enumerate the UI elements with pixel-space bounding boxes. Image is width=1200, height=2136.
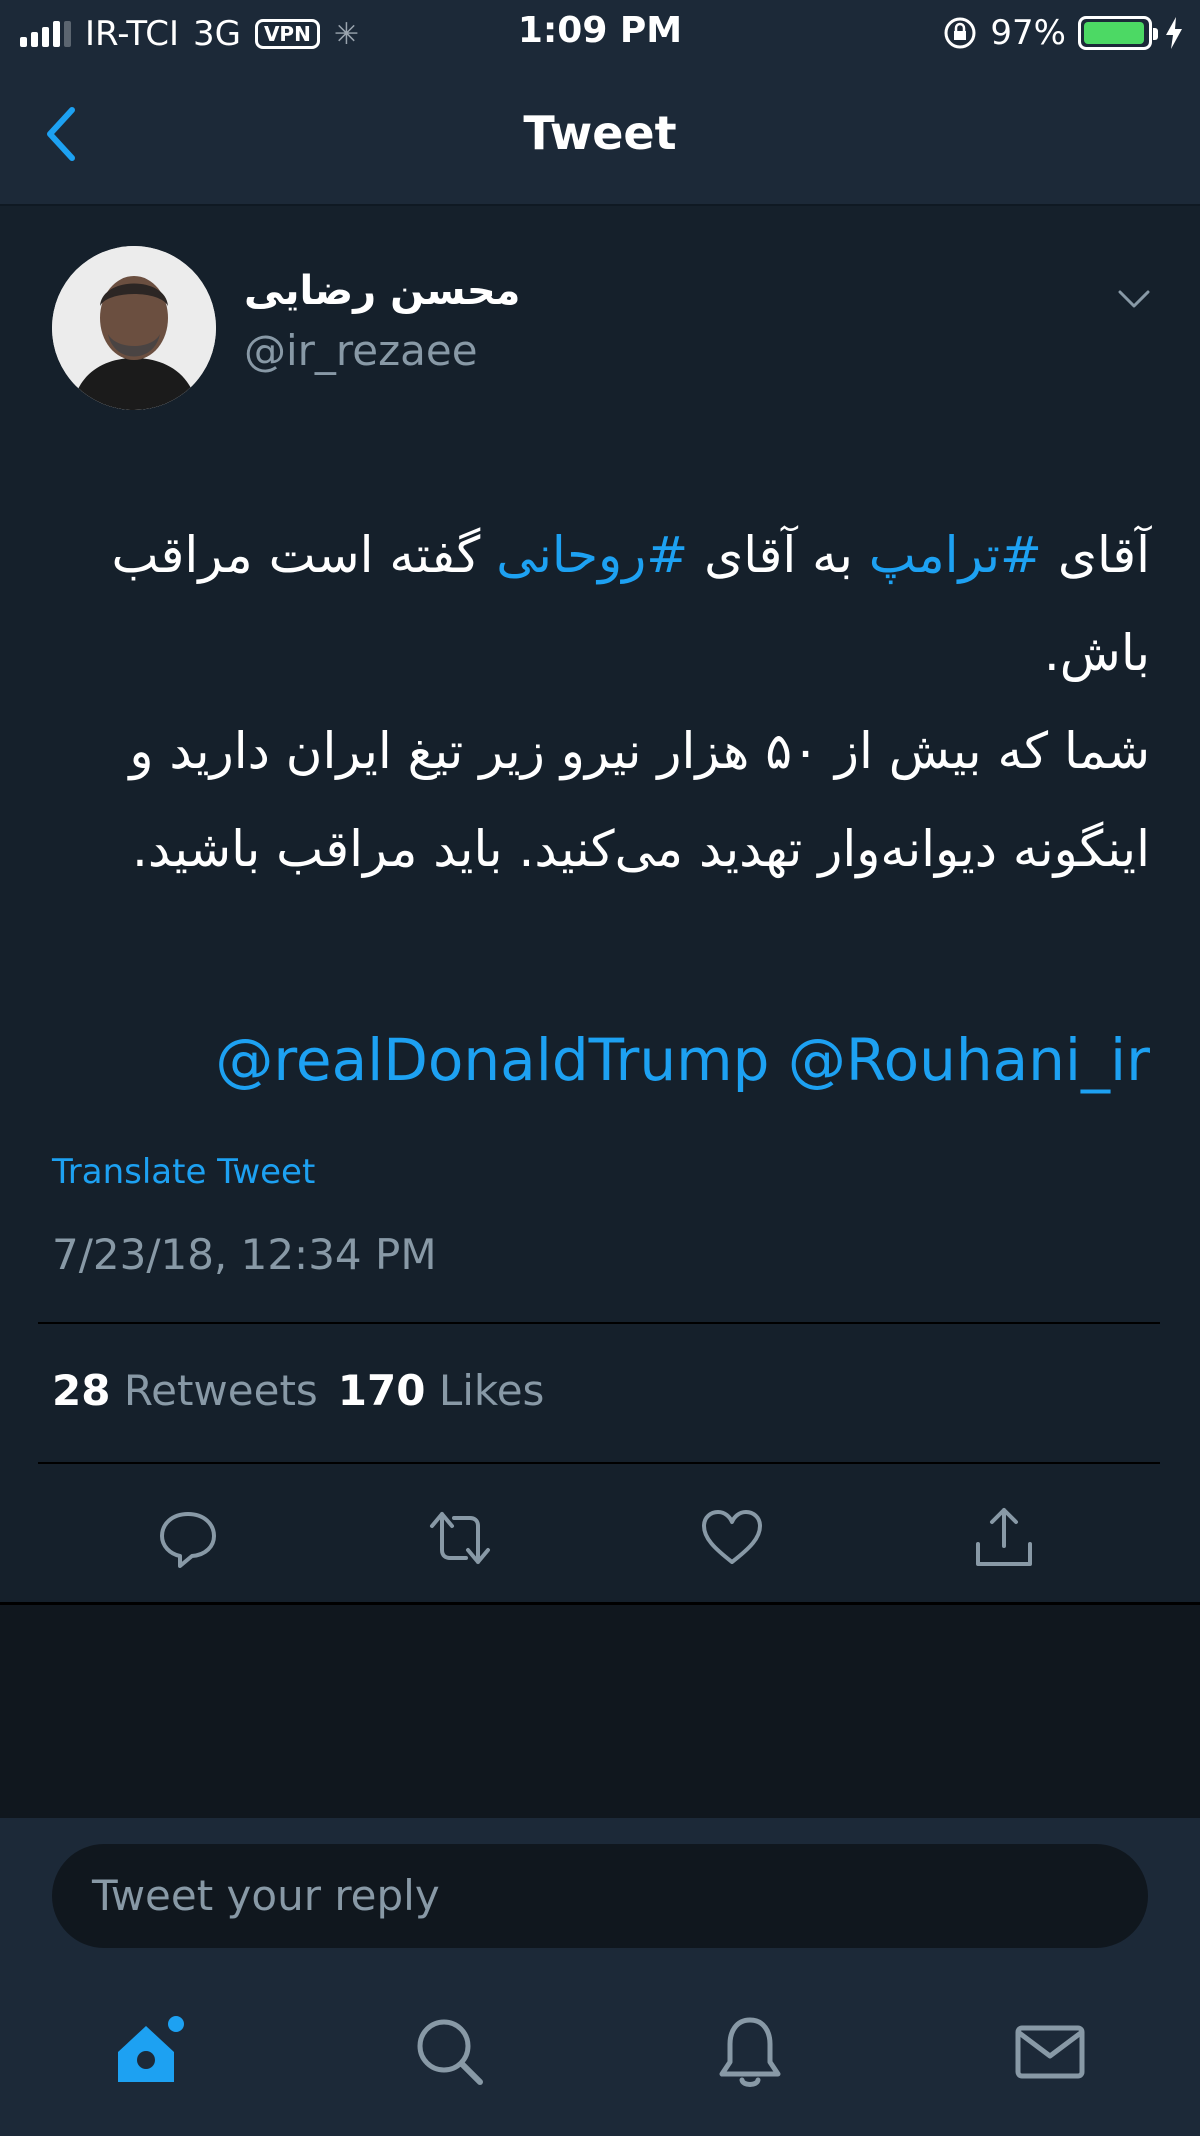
rotation-lock-icon [944, 17, 976, 49]
chevron-down-icon[interactable] [1114, 284, 1154, 314]
tweet-text-part: به آقای [688, 526, 869, 584]
share-icon[interactable] [972, 1506, 1036, 1570]
tweet-text: آقای #ترامپ به آقای #روحانی گفته است مرا… [70, 506, 1150, 898]
author-handle[interactable]: @ir_rezaee [244, 326, 478, 375]
author-name[interactable]: محسن رضایی [244, 268, 520, 314]
tweet-timestamp: 7/23/18, 12:34 PM [52, 1230, 437, 1279]
tweet-stats: 28 Retweets 170 Likes [52, 1366, 544, 1415]
retweets-label: Retweets [123, 1366, 318, 1415]
divider [38, 1462, 1160, 1464]
divider [38, 1322, 1160, 1324]
battery-fill [1084, 22, 1145, 44]
likes-stat[interactable]: 170 Likes [338, 1366, 545, 1415]
reply-icon[interactable] [156, 1506, 220, 1570]
retweet-icon[interactable] [428, 1506, 492, 1570]
search-icon[interactable] [410, 2012, 490, 2092]
navigation-bar: Tweet [0, 66, 1200, 206]
page-title: Tweet [523, 106, 677, 160]
avatar[interactable] [52, 246, 216, 410]
tweet-detail: محسن رضایی @ir_rezaee آقای #ترامپ به آقا… [0, 206, 1200, 1602]
reply-bar: Tweet your reply [0, 1818, 1200, 1972]
home-icon[interactable] [110, 2012, 190, 2092]
likes-count: 170 [337, 1366, 426, 1415]
mail-icon[interactable] [1010, 2012, 1090, 2092]
empty-area [0, 1602, 1200, 1818]
tweet-mentions[interactable]: @realDonaldTrump @Rouhani_ir [60, 1026, 1150, 1094]
bell-icon[interactable] [710, 2012, 790, 2092]
battery-percent: 97% [990, 13, 1066, 53]
tweet-text-line2: شما که بیش از ۵۰ هزار نیرو زیر تیغ ایران… [129, 722, 1150, 878]
likes-label: Likes [438, 1366, 545, 1415]
charging-bolt-icon [1166, 17, 1182, 49]
battery-icon [1078, 16, 1158, 50]
translate-tweet-link[interactable]: Translate Tweet [52, 1152, 315, 1192]
heart-icon[interactable] [700, 1506, 764, 1570]
status-bar: IR-TCI 3G VPN ✳ 1:09 PM 97% [0, 0, 1200, 66]
tweet-actions [0, 1506, 1200, 1586]
avatar-portrait [52, 246, 216, 410]
retweets-stat[interactable]: 28 Retweets [52, 1366, 318, 1415]
hashtag-trump[interactable]: #ترامپ [869, 526, 1042, 584]
hashtag-rouhani[interactable]: #روحانی [496, 526, 688, 584]
tweet-text-part: آقای [1041, 526, 1150, 584]
retweets-count: 28 [52, 1366, 111, 1415]
tab-bar [0, 1972, 1200, 2136]
reply-input[interactable]: Tweet your reply [52, 1844, 1148, 1948]
status-right: 97% [942, 12, 1184, 54]
